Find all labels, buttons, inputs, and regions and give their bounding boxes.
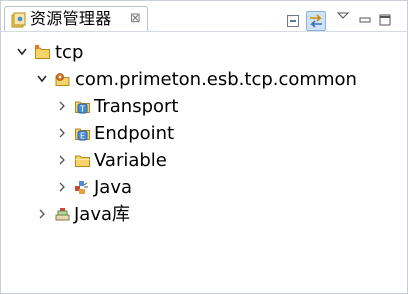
tree-item-label: tcp [55, 42, 84, 63]
collapse-all-icon[interactable] [285, 13, 301, 29]
transport-icon: T [74, 98, 91, 115]
module-icon [54, 71, 71, 88]
java-library-icon [54, 206, 71, 223]
tab-resource-explorer[interactable]: 资源管理器 ⊠ [4, 6, 148, 32]
endpoint-icon: E [74, 125, 91, 142]
tree-item-label: com.primeton.esb.tcp.common [75, 69, 357, 90]
resource-explorer-icon [11, 12, 27, 28]
minimize-icon[interactable] [358, 13, 374, 29]
maximize-icon[interactable] [378, 13, 394, 29]
tab-title: 资源管理器 [30, 9, 112, 28]
svg-text:T: T [79, 105, 85, 114]
close-icon[interactable]: ⊠ [130, 10, 141, 28]
chevron-down-icon[interactable] [16, 45, 28, 59]
svg-text:E: E [80, 132, 85, 141]
chevron-right-icon[interactable] [36, 207, 48, 221]
tree-item-tcp[interactable]: tcp [1, 40, 407, 66]
folder-icon [74, 152, 91, 169]
chevron-right-icon[interactable] [56, 180, 68, 194]
view-tab-bar: 资源管理器 ⊠ [1, 1, 407, 32]
link-with-editor-icon[interactable] [306, 11, 326, 31]
tree-item-label: Variable [94, 150, 167, 171]
tree-item-endpoint[interactable]: E Endpoint [1, 121, 407, 147]
tree-item-transport[interactable]: T Transport [1, 94, 407, 120]
chevron-right-icon[interactable] [56, 153, 68, 167]
tree-item-java[interactable]: Java [1, 175, 407, 201]
view-menu-icon[interactable] [337, 11, 353, 27]
chevron-right-icon[interactable] [56, 126, 68, 140]
chevron-down-icon[interactable] [36, 72, 48, 86]
project-folder-icon [34, 44, 51, 61]
tree-item-variable[interactable]: Variable [1, 148, 407, 174]
tab-divider [1, 31, 407, 32]
tree-item-label: Transport [94, 96, 179, 117]
tree-item-label: Endpoint [94, 123, 175, 144]
chevron-right-icon[interactable] [56, 99, 68, 113]
java-package-icon [73, 179, 90, 196]
tree-item-module[interactable]: com.primeton.esb.tcp.common [1, 67, 407, 93]
explorer-view: 资源管理器 ⊠ tcp com.primeton.esb.tcp.common … [0, 0, 408, 294]
tree-item-label: Java库 [74, 204, 131, 225]
tree-item-label: Java [94, 177, 133, 198]
tree-item-java-library[interactable]: Java库 [1, 202, 407, 228]
